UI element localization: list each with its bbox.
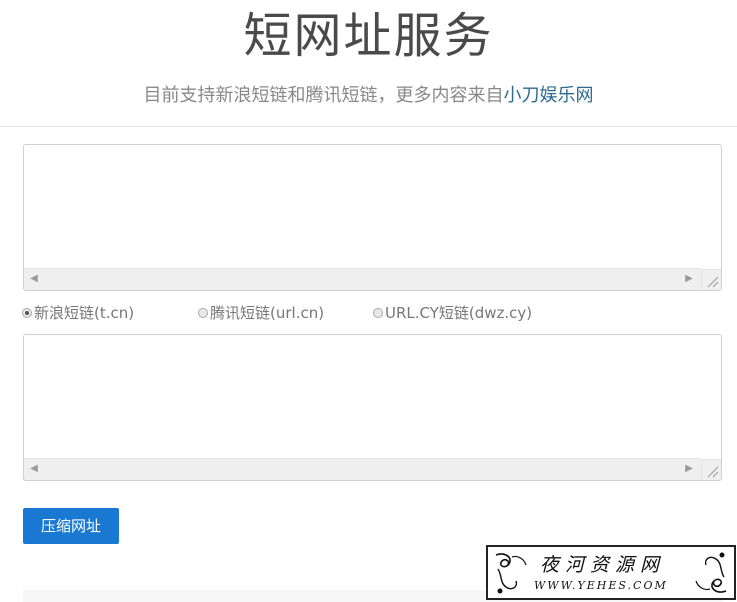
flourish-left-icon [495,553,527,594]
url-input-area[interactable] [24,145,721,268]
watermark-title: 夜河资源网 [540,554,666,576]
url-output-textarea[interactable]: ◀ ▶ [23,334,722,481]
page-title: 短网址服务 [243,8,494,64]
option-label: 腾讯短链(url.cn) [210,304,325,322]
page-header: 短网址服务 目前支持新浪短链和腾讯短链，更多内容来自小刀娱乐网 [0,0,737,127]
option-tencent[interactable]: 腾讯短链(url.cn) [198,303,324,323]
scroll-left-icon[interactable]: ◀ [28,462,40,476]
scroll-left-icon[interactable]: ◀ [28,272,40,286]
horizontal-scrollbar[interactable]: ◀ ▶ [24,458,701,480]
option-sina[interactable]: 新浪短链(t.cn) [22,303,134,323]
url-output-area[interactable] [24,335,721,458]
resize-handle-icon[interactable] [701,459,721,480]
watermark-url: WWW.YEHES.COM [534,579,668,592]
page-subtitle: 目前支持新浪短链和腾讯短链，更多内容来自小刀娱乐网 [0,82,737,110]
radio-checked-icon[interactable] [22,308,32,318]
compress-url-button[interactable]: 压缩网址 [23,508,119,544]
watermark-badge: 夜河资源网 WWW.YEHES.COM [486,545,736,600]
source-link[interactable]: 小刀娱乐网 [504,85,594,106]
radio-unchecked-icon[interactable] [373,308,383,318]
scroll-right-icon[interactable]: ▶ [683,462,695,476]
option-label: URL.CY短链(dwz.cy) [385,304,533,322]
option-label: 新浪短链(t.cn) [34,304,135,322]
radio-unchecked-icon[interactable] [198,308,208,318]
shortener-options: 新浪短链(t.cn) 腾讯短链(url.cn) URL.CY短链(dwz.cy) [22,303,722,325]
flourish-right-icon [695,552,727,593]
scroll-right-icon[interactable]: ▶ [683,272,695,286]
resize-handle-icon[interactable] [701,269,721,290]
subtitle-text: 目前支持新浪短链和腾讯短链，更多内容来自 [143,85,504,106]
url-input-textarea[interactable]: ◀ ▶ [23,144,722,291]
horizontal-scrollbar[interactable]: ◀ ▶ [24,268,701,290]
option-urlcy[interactable]: URL.CY短链(dwz.cy) [373,303,532,323]
